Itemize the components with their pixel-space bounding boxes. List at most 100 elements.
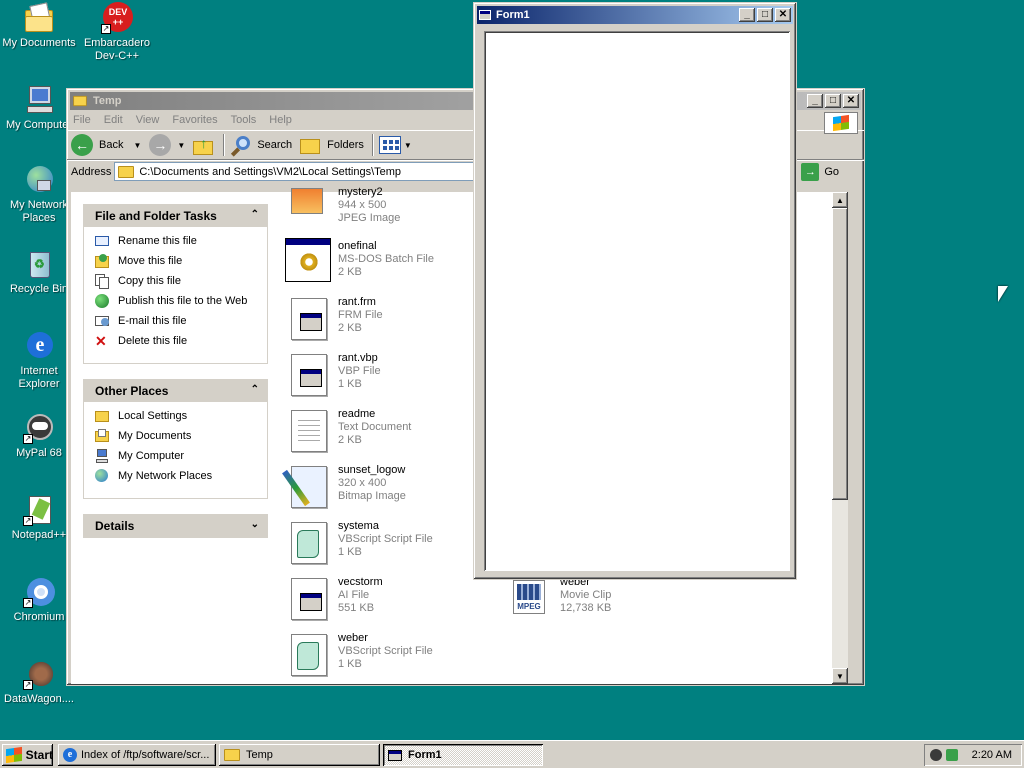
- desktop-icon-my-documents[interactable]: My Documents: [0, 2, 78, 50]
- vbscript-file-icon: [285, 630, 331, 678]
- place-my-network-places[interactable]: My Network Places: [84, 466, 267, 486]
- my-computer-icon: [95, 449, 111, 463]
- folder-icon: [118, 165, 135, 178]
- tray-network-icon[interactable]: [945, 749, 958, 761]
- back-button[interactable]: ← Back ▼: [71, 134, 141, 156]
- bitmap-image-icon: [282, 462, 331, 510]
- place-local-settings[interactable]: Local Settings: [84, 406, 267, 426]
- form1-canvas[interactable]: [484, 31, 790, 571]
- ie-icon: e: [63, 748, 77, 762]
- task-publish[interactable]: Publish this file to the Web: [84, 291, 267, 311]
- move-icon: [95, 254, 111, 268]
- file-item-mystery2[interactable]: mystery2 944 x 500 JPEG Image: [285, 184, 485, 228]
- other-places-panel: Other Places ⌃ Local Settings My Documen…: [83, 379, 268, 499]
- copy-icon: [95, 274, 111, 289]
- windows-logo-icon: [6, 746, 22, 764]
- vb-form-file-icon: [285, 294, 331, 342]
- taskbar-button-browser[interactable]: e Index of /ftp/software/scr...: [58, 744, 216, 766]
- form-icon: [388, 749, 402, 761]
- file-item-rant-vbp[interactable]: rant.vbp VBP File 1 KB: [285, 350, 485, 406]
- menu-view[interactable]: View: [136, 114, 160, 126]
- menu-help[interactable]: Help: [269, 114, 292, 126]
- chromium-icon: ↗: [23, 576, 55, 608]
- folders-button[interactable]: Folders: [300, 135, 364, 155]
- up-folder-button[interactable]: ↑: [193, 135, 215, 155]
- chevron-down-icon[interactable]: ▼: [133, 141, 141, 150]
- maximize-button[interactable]: □: [757, 8, 773, 22]
- go-button[interactable]: → Go: [801, 162, 839, 181]
- globe-icon: [95, 294, 111, 308]
- menu-edit[interactable]: Edit: [104, 114, 123, 126]
- taskbar: Start e Index of /ftp/software/scr... Te…: [0, 740, 1024, 768]
- internet-explorer-icon: e: [23, 330, 55, 362]
- task-email[interactable]: E-mail this file: [84, 311, 267, 331]
- other-places-header[interactable]: Other Places ⌃: [84, 380, 267, 402]
- views-icon: [378, 136, 401, 154]
- minimize-button[interactable]: _: [739, 8, 755, 22]
- form1-titlebar[interactable]: Form1 _ □ ✕: [477, 6, 793, 24]
- notepadpp-icon: ↗: [23, 494, 55, 526]
- file-item-onefinal[interactable]: onefinal MS-DOS Batch File 2 KB: [285, 238, 485, 294]
- explorer-title: Temp: [93, 95, 122, 107]
- scroll-up-button[interactable]: ▲: [832, 192, 848, 208]
- desktop-icon-devcpp[interactable]: DEV ++ ↗ Embarcadero Dev-C++: [78, 2, 156, 63]
- details-panel: Details ⌄: [83, 514, 268, 538]
- clock[interactable]: 2:20 AM: [972, 749, 1012, 761]
- file-item-rant-frm[interactable]: rant.frm FRM File 2 KB: [285, 294, 485, 350]
- tray-status-icon[interactable]: [929, 749, 942, 761]
- mouse-cursor-icon: [998, 286, 1008, 302]
- task-pane: File and Folder Tasks ⌃ Rename this file…: [71, 192, 276, 684]
- file-item-sunset-logow[interactable]: sunset_logow 320 x 400 Bitmap Image: [282, 462, 485, 518]
- collapse-icon[interactable]: ⌃: [251, 209, 259, 220]
- mpeg-movie-icon: MPEG: [507, 574, 553, 622]
- forward-button[interactable]: → ▼: [149, 134, 185, 156]
- maximize-button[interactable]: □: [825, 94, 841, 108]
- datawagon-icon: ↗: [23, 658, 55, 690]
- file-item-systema[interactable]: systema VBScript Script File 1 KB: [285, 518, 485, 574]
- start-button[interactable]: Start: [2, 744, 53, 766]
- expand-icon[interactable]: ⌄: [251, 519, 259, 530]
- forward-arrow-icon: →: [149, 134, 172, 156]
- details-header[interactable]: Details ⌄: [84, 515, 267, 537]
- file-item-weber-vbs[interactable]: weber VBScript Script File 1 KB: [285, 630, 485, 686]
- menu-favorites[interactable]: Favorites: [172, 114, 217, 126]
- file-item-readme[interactable]: readme Text Document 2 KB: [285, 406, 485, 462]
- close-button[interactable]: ✕: [843, 94, 859, 108]
- menu-tools[interactable]: Tools: [231, 114, 257, 126]
- system-tray: 2:20 AM: [924, 744, 1022, 766]
- place-my-computer[interactable]: My Computer: [84, 446, 267, 466]
- task-move[interactable]: Move this file: [84, 251, 267, 271]
- file-item-weber-mpeg[interactable]: MPEG weber Movie Clip 12,738 KB: [507, 574, 707, 630]
- text-document-icon: [285, 406, 331, 454]
- form-icon: [479, 10, 491, 20]
- close-button[interactable]: ✕: [775, 8, 791, 22]
- back-arrow-icon: ←: [71, 134, 93, 156]
- search-button[interactable]: Search: [230, 134, 292, 157]
- go-arrow-icon: →: [801, 162, 820, 181]
- form1-title: Form1: [496, 9, 530, 21]
- place-my-documents[interactable]: My Documents: [84, 426, 267, 446]
- form1-window: Form1 _ □ ✕: [473, 2, 797, 580]
- scroll-down-button[interactable]: ▼: [832, 668, 848, 684]
- jpeg-image-icon: [285, 184, 331, 228]
- file-folder-tasks-header[interactable]: File and Folder Tasks ⌃: [84, 205, 267, 227]
- menu-file[interactable]: File: [73, 114, 91, 126]
- collapse-icon[interactable]: ⌃: [251, 384, 259, 395]
- task-delete[interactable]: ✕ Delete this file: [84, 331, 267, 351]
- task-copy[interactable]: Copy this file: [84, 271, 267, 291]
- taskbar-button-temp[interactable]: Temp: [219, 744, 380, 766]
- folder-icon: [95, 409, 111, 423]
- ai-file-icon: [285, 574, 331, 622]
- my-computer-icon: [23, 84, 55, 116]
- mypal-icon: ↗: [23, 412, 55, 444]
- views-button[interactable]: ▼: [378, 136, 412, 154]
- vertical-scrollbar[interactable]: ▲ ▼: [832, 192, 848, 684]
- devcpp-icon: DEV ++ ↗: [101, 2, 133, 34]
- toolbar-separator: [223, 134, 225, 156]
- scroll-thumb[interactable]: [832, 208, 848, 500]
- file-item-vecstorm[interactable]: vecstorm AI File 551 KB: [285, 574, 485, 630]
- chevron-down-icon[interactable]: ▼: [177, 141, 185, 150]
- minimize-button[interactable]: _: [807, 94, 823, 108]
- taskbar-button-form1[interactable]: Form1: [383, 744, 543, 766]
- task-rename[interactable]: Rename this file: [84, 231, 267, 251]
